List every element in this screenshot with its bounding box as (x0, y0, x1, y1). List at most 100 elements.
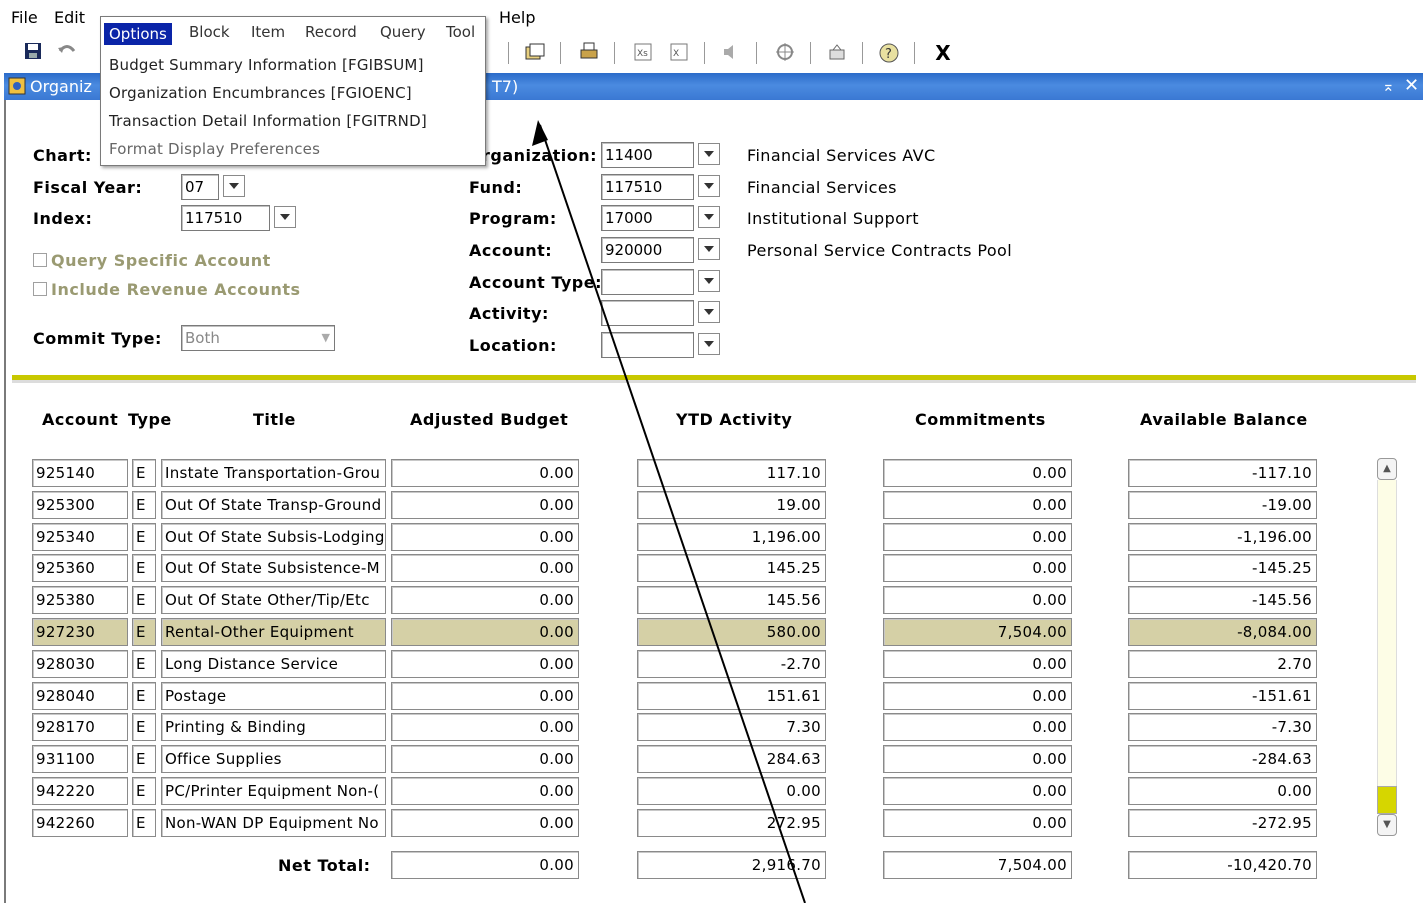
minimize-icon[interactable]: ⌅ (1382, 77, 1395, 95)
include-revenue-accounts-checkbox[interactable]: Include Revenue Accounts (33, 280, 301, 299)
checkbox-box (33, 253, 47, 267)
title-cell[interactable]: Postage (161, 682, 386, 710)
scroll-down-icon[interactable]: ▼ (1377, 814, 1397, 836)
title-cell[interactable]: PC/Printer Equipment Non-( (161, 777, 386, 805)
menu-file[interactable]: File (11, 8, 38, 27)
menu-entry-transaction-detail[interactable]: Transaction Detail Information [FGITRND] (109, 112, 427, 130)
scroll-track[interactable] (1377, 480, 1397, 814)
commitments-cell[interactable]: 0.00 (883, 586, 1072, 614)
fiscal-year-dropdown-button[interactable] (223, 175, 245, 197)
available-balance-cell[interactable]: -117.10 (1128, 459, 1317, 487)
commitments-cell[interactable]: 0.00 (883, 713, 1072, 741)
menu-entry-organization-encumbrances[interactable]: Organization Encumbrances [FGIOENC] (109, 84, 412, 102)
title-cell[interactable]: Out Of State Transp-Ground (161, 491, 386, 519)
title-cell[interactable]: Long Distance Service (161, 650, 386, 678)
commitments-cell[interactable]: 0.00 (883, 809, 1072, 837)
account-cell[interactable]: 928170 (32, 713, 128, 741)
type-cell[interactable]: E (132, 682, 156, 710)
type-cell[interactable]: E (132, 745, 156, 773)
account-cell[interactable]: 925360 (32, 554, 128, 582)
available-balance-cell[interactable]: -8,084.00 (1128, 618, 1317, 646)
menu-tools[interactable]: Tool (446, 23, 475, 41)
menu-block[interactable]: Block (189, 23, 230, 41)
type-cell[interactable]: E (132, 650, 156, 678)
rollback-icon[interactable] (56, 42, 78, 64)
menu-query[interactable]: Query (380, 23, 426, 41)
workflow-icon[interactable] (826, 42, 848, 64)
available-balance-cell[interactable]: -7.30 (1128, 713, 1317, 741)
available-balance-cell[interactable]: -145.25 (1128, 554, 1317, 582)
help-icon[interactable]: ? (878, 42, 900, 64)
menu-help[interactable]: Help (499, 8, 535, 27)
title-cell[interactable]: Out Of State Subsis-Lodging (161, 523, 386, 551)
commitments-cell[interactable]: 0.00 (883, 459, 1072, 487)
account-cell[interactable]: 928030 (32, 650, 128, 678)
close-icon[interactable]: ✕ (1404, 75, 1419, 96)
commitments-cell[interactable]: 0.00 (883, 554, 1072, 582)
menu-item[interactable]: Item (251, 23, 285, 41)
title-cell[interactable]: Printing & Binding (161, 713, 386, 741)
type-cell[interactable]: E (132, 459, 156, 487)
menu-entry-format-display[interactable]: Format Display Preferences (109, 140, 320, 158)
speaker-icon[interactable] (720, 42, 742, 64)
save-icon[interactable] (22, 42, 44, 64)
commitments-cell[interactable]: 0.00 (883, 523, 1072, 551)
available-balance-cell[interactable]: 2.70 (1128, 650, 1317, 678)
extract-data-key-icon[interactable]: X (668, 42, 690, 64)
scroll-up-icon[interactable]: ▲ (1377, 458, 1397, 480)
commitments-cell[interactable]: 0.00 (883, 777, 1072, 805)
index-dropdown-button[interactable] (274, 206, 296, 228)
type-cell[interactable]: E (132, 491, 156, 519)
type-cell[interactable]: E (132, 777, 156, 805)
fiscal-year-field[interactable]: 07 (181, 174, 219, 200)
account-cell[interactable]: 925340 (32, 523, 128, 551)
menu-record[interactable]: Record (305, 23, 357, 41)
commitments-cell[interactable]: 0.00 (883, 650, 1072, 678)
type-cell[interactable]: E (132, 523, 156, 551)
available-balance-cell[interactable]: -19.00 (1128, 491, 1317, 519)
available-balance-cell[interactable]: -284.63 (1128, 745, 1317, 773)
title-cell[interactable]: Out Of State Other/Tip/Etc (161, 586, 386, 614)
commitments-cell[interactable]: 0.00 (883, 491, 1072, 519)
account-cell[interactable]: 931100 (32, 745, 128, 773)
commit-type-select[interactable]: Both ▼ (181, 325, 335, 351)
account-cell[interactable]: 925380 (32, 586, 128, 614)
grid-scrollbar[interactable]: ▲ ▼ (1377, 458, 1397, 836)
menu-edit[interactable]: Edit (54, 8, 85, 27)
account-cell[interactable]: 942260 (32, 809, 128, 837)
available-balance-cell[interactable]: -145.56 (1128, 586, 1317, 614)
target-icon[interactable] (774, 42, 796, 64)
commitments-cell[interactable]: 0.00 (883, 745, 1072, 773)
print-preview-icon[interactable] (524, 42, 546, 64)
index-field[interactable]: 117510 (181, 205, 270, 231)
scroll-thumb[interactable] (1377, 786, 1397, 814)
type-cell[interactable]: E (132, 713, 156, 741)
print-icon[interactable] (578, 42, 600, 64)
title-cell[interactable]: Instate Transportation-Grou (161, 459, 386, 487)
account-cell[interactable]: 928040 (32, 682, 128, 710)
title-cell[interactable]: Non-WAN DP Equipment No (161, 809, 386, 837)
exit-button[interactable]: X (932, 42, 954, 64)
available-balance-cell[interactable]: -1,196.00 (1128, 523, 1317, 551)
type-cell[interactable]: E (132, 586, 156, 614)
account-cell[interactable]: 942220 (32, 777, 128, 805)
type-cell[interactable]: E (132, 554, 156, 582)
title-cell[interactable]: Rental-Other Equipment (161, 618, 386, 646)
available-balance-cell[interactable]: 0.00 (1128, 777, 1317, 805)
commitments-cell[interactable]: 0.00 (883, 682, 1072, 710)
extract-data-icon[interactable]: Xs (632, 42, 654, 64)
commitments-cell[interactable]: 7,504.00 (883, 618, 1072, 646)
available-balance-cell[interactable]: -151.61 (1128, 682, 1317, 710)
title-cell[interactable]: Out Of State Subsistence-M (161, 554, 386, 582)
available-balance-cell[interactable]: -272.95 (1128, 809, 1317, 837)
account-cell[interactable]: 925300 (32, 491, 128, 519)
type-cell[interactable]: E (132, 618, 156, 646)
type-cell[interactable]: E (132, 809, 156, 837)
menu-entry-budget-summary[interactable]: Budget Summary Information [FGIBSUM] (109, 56, 424, 74)
query-specific-account-checkbox[interactable]: Query Specific Account (33, 251, 271, 270)
options-menu: Options Block Item Record Query Tool Bud… (100, 16, 486, 166)
account-cell[interactable]: 925140 (32, 459, 128, 487)
menu-options[interactable]: Options (104, 23, 172, 45)
account-cell[interactable]: 927230 (32, 618, 128, 646)
title-cell[interactable]: Office Supplies (161, 745, 386, 773)
